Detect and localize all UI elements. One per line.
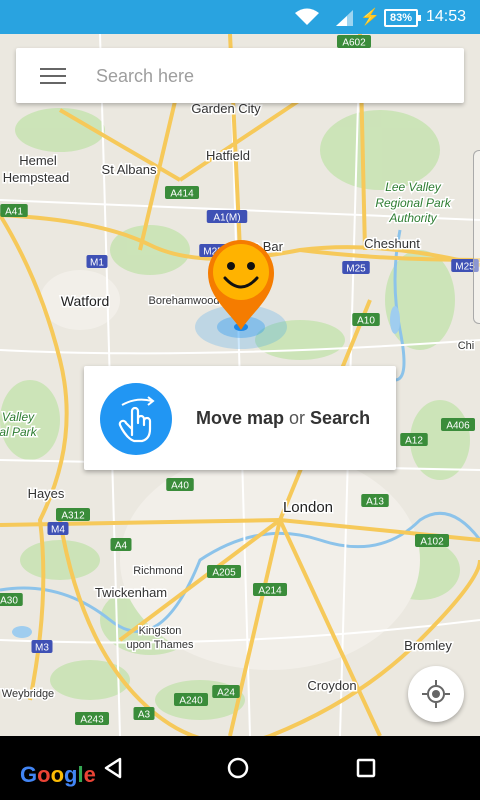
road-shield: A1(M) <box>206 210 248 224</box>
road-shield: A24 <box>212 685 240 699</box>
my-location-button[interactable] <box>408 666 464 722</box>
place-label: St Albans <box>102 162 157 177</box>
road-shield-label: A30 <box>0 596 18 607</box>
place-label: Borehamwood <box>149 295 220 307</box>
road-shield: A205 <box>207 565 241 579</box>
hint-or: or <box>284 408 311 428</box>
hint-move-map: Move map <box>196 408 285 428</box>
place-label: Hayes <box>28 486 65 501</box>
road-shield: A4 <box>110 538 132 552</box>
road-shield-label: A240 <box>179 696 203 707</box>
road-shield: A312 <box>56 508 90 522</box>
place-label: Chi <box>458 340 475 352</box>
road-shield: A12 <box>400 433 428 447</box>
status-bar: ⚡ 83% 14:53 <box>0 0 480 34</box>
road-shield: A41 <box>0 204 28 218</box>
road-shield: A30 <box>0 593 23 607</box>
road-shield-label: M1 <box>90 258 104 269</box>
place-label: Hatfield <box>206 148 250 163</box>
road-shield-label: A243 <box>80 715 104 726</box>
road-shield-label: A414 <box>170 189 194 200</box>
hint-text: Move map or Search <box>196 408 370 429</box>
road-shield: A243 <box>75 712 109 726</box>
road-shield: M4 <box>47 522 69 536</box>
road-shield-label: A4 <box>115 541 128 552</box>
place-label: al Park <box>0 425 38 439</box>
road-shield-label: A12 <box>405 436 423 447</box>
place-label: Hempstead <box>3 170 69 185</box>
place-label: Watford <box>61 293 110 309</box>
road-shield-label: A13 <box>366 497 384 508</box>
road-shield: A240 <box>174 693 208 707</box>
place-label: Twickenham <box>95 585 167 600</box>
battery-level: 83% <box>389 12 413 24</box>
road-shield: M25 <box>342 261 370 275</box>
road-shield: M1 <box>86 255 108 269</box>
road-shield: A3 <box>133 707 155 721</box>
wifi-icon <box>295 8 319 25</box>
charging-bolt-icon: ⚡ <box>360 9 380 26</box>
hint-card: Move map or Search <box>84 366 396 470</box>
road-shield: A13 <box>361 494 389 508</box>
place-label: Richmond <box>133 565 183 577</box>
road-shield-label: A40 <box>171 481 189 492</box>
road-shield-label: A602 <box>342 38 366 49</box>
place-label: Kingston <box>139 625 182 637</box>
side-panel-handle[interactable] <box>473 150 480 324</box>
road-shield: A102 <box>415 534 449 548</box>
hamburger-menu-icon[interactable] <box>40 68 66 84</box>
road-shield: A414 <box>165 186 199 200</box>
road-shield-label: A3 <box>138 710 151 721</box>
road-shield-label: A312 <box>61 511 85 522</box>
road-shield: A602 <box>337 35 371 49</box>
tap-gesture-icon <box>100 383 172 455</box>
road-shield: M3 <box>31 640 53 654</box>
place-label: London <box>283 499 333 516</box>
place-label: Garden City <box>191 101 261 116</box>
road-shield-label: M3 <box>35 643 49 654</box>
road-shield-label: A406 <box>446 421 470 432</box>
place-label: Regional Park <box>375 196 451 210</box>
road-shield: A214 <box>253 583 287 597</box>
place-label: Weybridge <box>2 688 54 700</box>
road-shield-label: A24 <box>217 688 235 699</box>
place-label: Cheshunt <box>364 236 420 251</box>
search-bar <box>16 48 464 103</box>
road-shield: A406 <box>441 418 475 432</box>
my-location-crosshair-icon <box>422 680 450 708</box>
google-logo-text: Google <box>20 762 96 787</box>
signal-icon <box>336 10 353 26</box>
road-shield-label: M25 <box>346 264 366 275</box>
place-label: Lee Valley <box>385 180 442 194</box>
road-shield-label: A102 <box>420 537 444 548</box>
google-logo: Google <box>20 762 96 788</box>
back-triangle-icon[interactable] <box>98 752 130 784</box>
clock: 14:53 <box>425 8 466 25</box>
road-shield: A10 <box>352 313 380 327</box>
place-label: Bromley <box>404 638 452 653</box>
road-shield-label: A41 <box>5 207 23 218</box>
place-label: Hemel <box>19 153 57 168</box>
road-shield-label: A205 <box>212 568 236 579</box>
road-shield-label: M4 <box>51 525 65 536</box>
recents-square-icon[interactable] <box>350 752 382 784</box>
battery-icon: 83% <box>384 9 421 27</box>
place-label: upon Thames <box>126 639 194 651</box>
road-shield: A40 <box>166 478 194 492</box>
place-label: Valley <box>2 410 35 424</box>
search-input[interactable] <box>94 58 438 95</box>
road-shield-label: A1(M) <box>213 213 240 224</box>
place-label: Croydon <box>307 678 356 693</box>
road-shield-label: A10 <box>357 316 375 327</box>
place-label: Authority <box>388 211 437 225</box>
road-shield-label: A214 <box>258 586 282 597</box>
home-circle-icon[interactable] <box>222 752 254 784</box>
hint-search: Search <box>310 408 371 428</box>
